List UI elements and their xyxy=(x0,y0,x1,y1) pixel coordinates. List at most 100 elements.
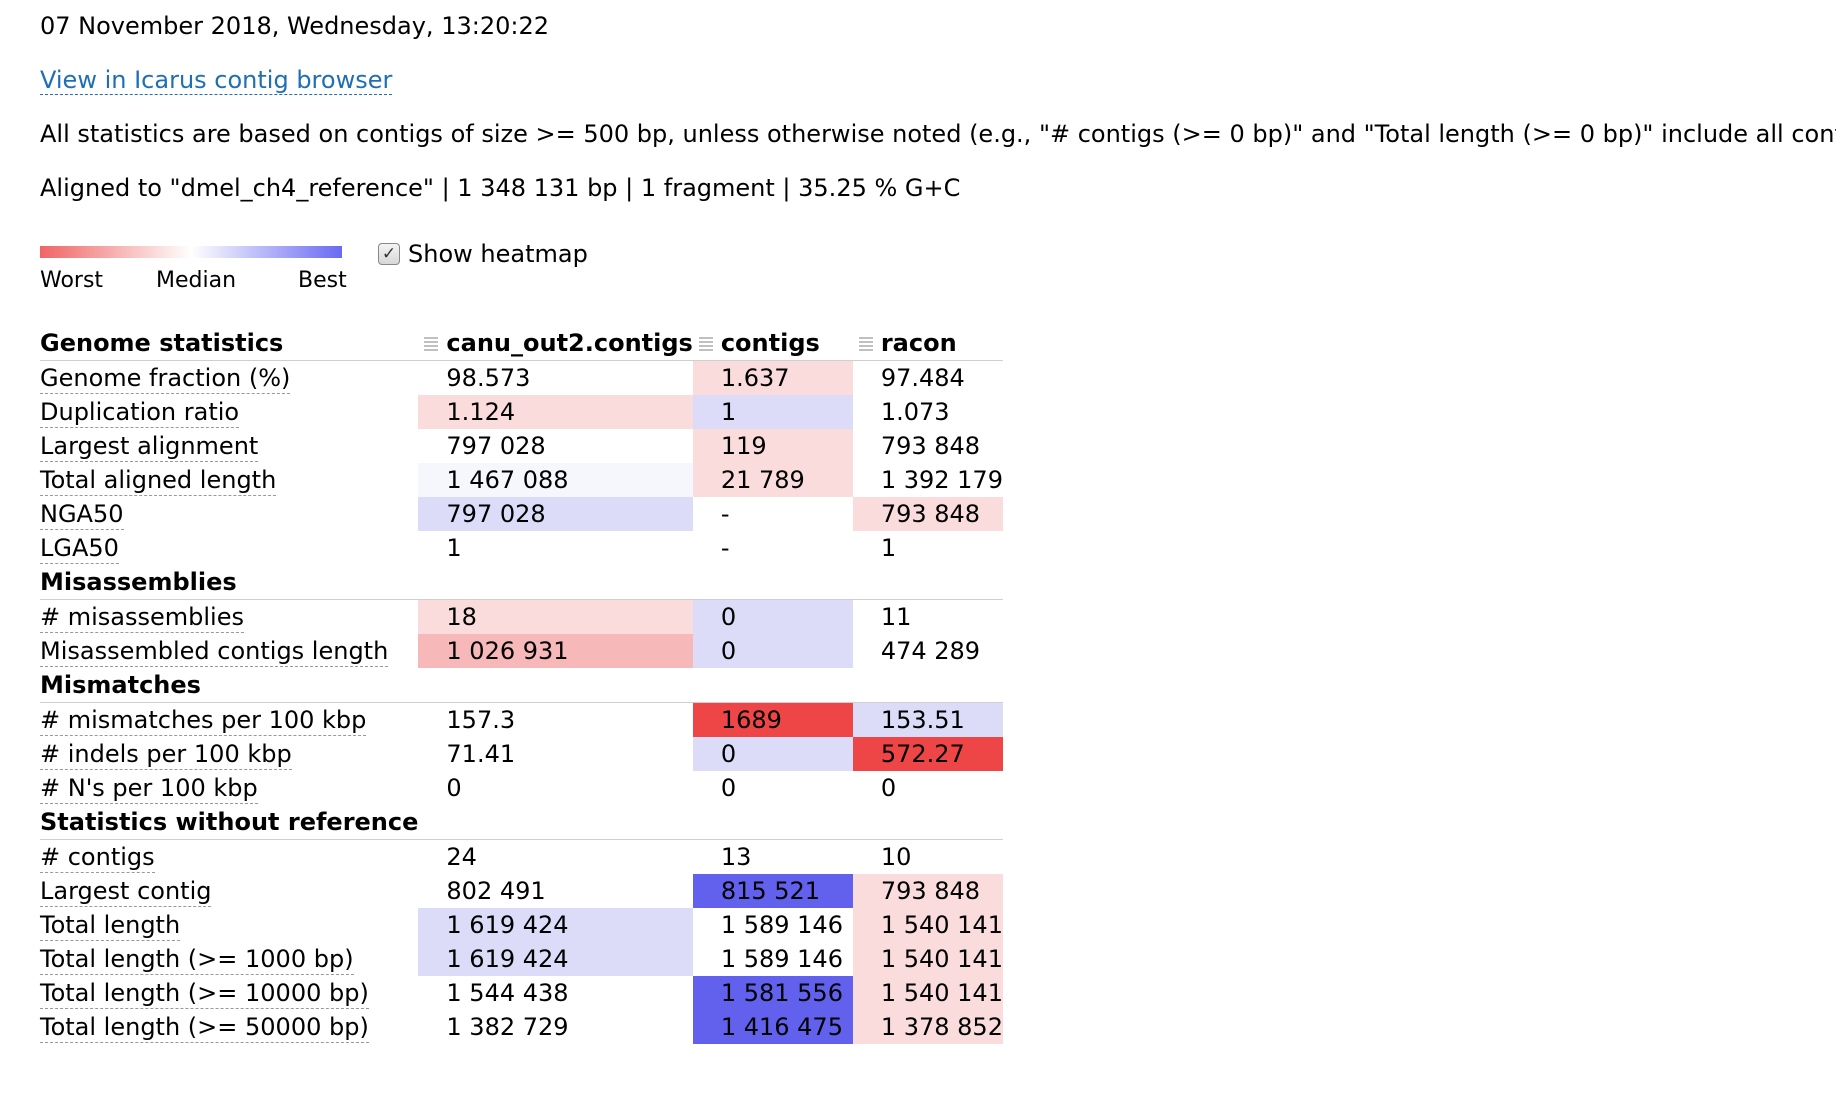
section-spacer xyxy=(418,565,693,600)
metric-value: 1 026 931 xyxy=(418,634,693,668)
column-header-1[interactable]: contigs xyxy=(692,326,853,361)
column-header-label: canu_out2.contigs xyxy=(446,329,693,357)
metric-row: Genome fraction (%) 98.573 1.637 97.484 xyxy=(40,360,1003,396)
section-spacer xyxy=(692,805,853,840)
metric-value: 0 xyxy=(692,599,853,634)
report-table: Genome statistics canu_out2.contigs contig… xyxy=(40,326,1003,1044)
metric-label: # indels per 100 kbp xyxy=(40,740,292,770)
metric-row: Misassembled contigs length 1 026 931 0 474… xyxy=(40,634,1003,668)
metric-row: Total length (>= 50000 bp) 1 382 729 1 416… xyxy=(40,1010,1003,1044)
metric-value: 1 416 475 xyxy=(692,1010,853,1044)
metric-name[interactable]: Largest contig xyxy=(40,874,418,908)
metric-value: 18 xyxy=(418,599,693,634)
statistics-note: All statistics are based on contigs of s… xyxy=(40,120,1836,148)
metric-value: 1 540 141 xyxy=(852,942,1003,976)
metric-row: Total length 1 619 424 1 589 146 1 540 141 xyxy=(40,908,1003,942)
icarus-browser-link[interactable]: View in Icarus contig browser xyxy=(40,66,393,95)
metric-value: 0 xyxy=(880,774,897,802)
metric-value: 1 619 424 xyxy=(418,942,693,976)
metric-label: Total aligned length xyxy=(40,466,277,496)
metric-name[interactable]: Duplication ratio xyxy=(40,395,418,429)
metric-label: Misassembled contigs length xyxy=(40,637,389,667)
metric-value: 1 382 729 xyxy=(446,1013,569,1041)
metric-row: Total aligned length 1 467 088 21 789 1 392… xyxy=(40,463,1003,497)
heatmap-legend-gradient xyxy=(40,246,342,258)
metric-value: 1 619 424 xyxy=(418,908,693,942)
metric-name[interactable]: Total length xyxy=(40,908,418,942)
metric-name[interactable]: # mismatches per 100 kbp xyxy=(40,703,418,738)
metric-value: 0 xyxy=(692,737,853,771)
legend-best-label: Best xyxy=(298,268,347,293)
metric-name[interactable]: LGA50 xyxy=(40,531,418,565)
metric-value: 0 xyxy=(720,774,737,802)
metric-value: 10 xyxy=(880,843,912,871)
metric-name[interactable]: # misassemblies xyxy=(40,600,418,635)
metric-value: 11 xyxy=(880,603,912,631)
metric-row: # misassemblies 18 0 11 xyxy=(40,599,1003,635)
metric-row: # mismatches per 100 kbp 157.3 1689 153.51 xyxy=(40,702,1003,738)
metric-value: 97.484 xyxy=(880,364,965,392)
metric-label: Total length xyxy=(40,911,181,941)
drag-handle-icon[interactable] xyxy=(858,337,873,351)
metric-value: 157.3 xyxy=(446,706,516,734)
metric-label: Total length (>= 50000 bp) xyxy=(40,1013,369,1043)
column-header-2[interactable]: racon xyxy=(852,326,1003,361)
metric-name[interactable]: # N's per 100 kbp xyxy=(40,771,418,805)
metric-value: 793 848 xyxy=(880,432,981,460)
section-spacer xyxy=(852,805,1003,840)
metric-label: Largest alignment xyxy=(40,432,259,462)
show-heatmap-toggle[interactable]: ✓ Show heatmap xyxy=(378,240,588,268)
metric-row: Total length (>= 10000 bp) 1 544 438 1 581… xyxy=(40,976,1003,1010)
metric-name[interactable]: Largest alignment xyxy=(40,429,418,463)
metric-value: 1 467 088 xyxy=(418,463,693,497)
quast-report-page: 07 November 2018, Wednesday, 13:20:22 Vi… xyxy=(0,0,1836,1094)
metric-value: 21 789 xyxy=(692,463,853,497)
drag-handle-icon[interactable] xyxy=(424,337,439,351)
section-title: Mismatches xyxy=(40,668,419,703)
metric-name[interactable]: Total aligned length xyxy=(40,463,418,497)
metric-value: 1 xyxy=(692,395,853,429)
section-spacer xyxy=(852,668,1003,703)
metric-label: Total length (>= 1000 bp) xyxy=(40,945,354,975)
show-heatmap-label[interactable]: Show heatmap xyxy=(408,240,588,268)
metric-row: # indels per 100 kbp 71.41 0 572.27 xyxy=(40,737,1003,771)
column-header-0[interactable]: canu_out2.contigs xyxy=(418,326,693,361)
metric-row: Total length (>= 1000 bp) 1 619 424 1 589 … xyxy=(40,942,1003,976)
metric-label: Duplication ratio xyxy=(40,398,240,428)
metric-value: 802 491 xyxy=(446,877,546,905)
section-header-row: Statistics without reference xyxy=(40,805,1003,840)
metric-name[interactable]: NGA50 xyxy=(40,497,418,531)
metric-name[interactable]: Genome fraction (%) xyxy=(40,361,418,396)
metric-name[interactable]: Total length (>= 50000 bp) xyxy=(40,1010,418,1044)
metric-value: 1 392 179 xyxy=(880,466,1003,494)
metric-value: 98.573 xyxy=(446,364,531,392)
section-header-row: Misassemblies xyxy=(40,565,1003,600)
metric-value: 1 xyxy=(880,534,897,562)
metric-label: NGA50 xyxy=(40,500,124,530)
metric-value: - xyxy=(720,500,730,528)
checkmark-icon: ✓ xyxy=(381,244,397,264)
metric-name[interactable]: Total length (>= 10000 bp) xyxy=(40,976,418,1010)
metric-name[interactable]: # contigs xyxy=(40,840,418,875)
metric-row: NGA50 797 028- 793 848 xyxy=(40,497,1003,531)
section-header-row: Genome statistics canu_out2.contigs contig… xyxy=(40,326,1003,361)
metric-label: Total length (>= 10000 bp) xyxy=(40,979,369,1009)
metric-value: 1 589 146 xyxy=(720,911,843,939)
metric-label: Largest contig xyxy=(40,877,212,907)
metric-name[interactable]: # indels per 100 kbp xyxy=(40,737,418,771)
metric-value: 119 xyxy=(692,429,853,463)
metric-row: LGA50 1 - 1 xyxy=(40,531,1003,565)
metric-value: 1 xyxy=(446,534,462,562)
report-timestamp: 07 November 2018, Wednesday, 13:20:22 xyxy=(40,12,549,40)
metric-value: 1 589 146 xyxy=(720,945,843,973)
metric-row: # N's per 100 kbp 0 0 0 xyxy=(40,771,1003,805)
section-spacer xyxy=(852,565,1003,600)
metric-value: 1 540 141 xyxy=(852,908,1003,942)
metric-name[interactable]: Misassembled contigs length xyxy=(40,634,418,668)
drag-handle-icon[interactable] xyxy=(698,337,713,351)
metric-value: - xyxy=(720,534,730,562)
metric-name[interactable]: Total length (>= 1000 bp) xyxy=(40,942,418,976)
show-heatmap-checkbox[interactable]: ✓ xyxy=(378,243,400,265)
section-title: Genome statistics xyxy=(40,326,419,361)
metric-row: Largest contig 802 491 815 521 793 848 xyxy=(40,874,1003,908)
